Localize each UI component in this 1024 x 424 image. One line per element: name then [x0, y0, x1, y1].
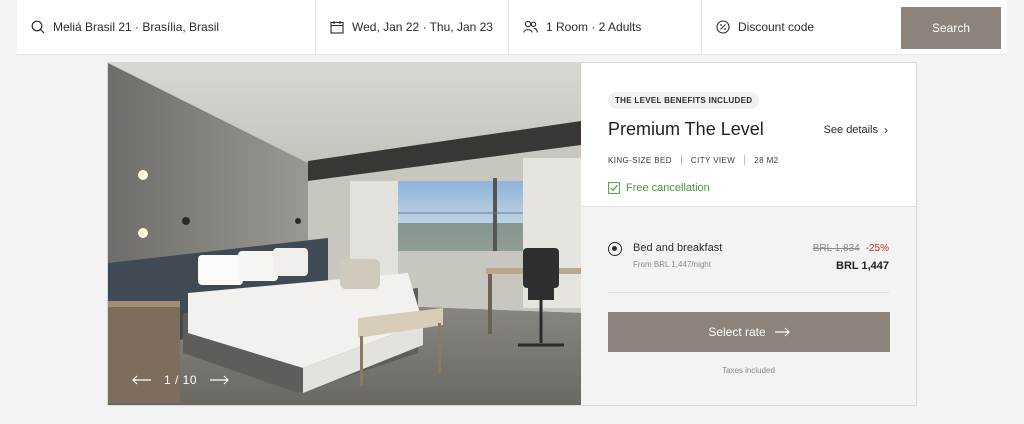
destination-value: Meliá Brasil 21 · Brasília, Brasil — [53, 20, 220, 34]
previous-image-arrow-icon[interactable] — [132, 375, 152, 385]
search-bar: Meliá Brasil 21 · Brasília, Brasil Wed, … — [17, 0, 1007, 55]
see-details-link[interactable]: See details › — [824, 123, 888, 137]
feature-divider — [680, 155, 682, 165]
people-icon — [523, 20, 538, 33]
dates-value: Wed, Jan 22 · Thu, Jan 23 — [352, 20, 493, 34]
level-benefits-badge: THE LEVEL BENEFITS INCLUDED — [608, 92, 760, 109]
rate-radio[interactable] — [608, 242, 622, 256]
rate-option[interactable]: Bed and breakfast From BRL 1,447/night B… — [608, 207, 889, 293]
room-info: THE LEVEL BENEFITS INCLUDED Premium The … — [581, 63, 916, 405]
original-price: BRL 1,834 — [812, 243, 860, 254]
rate-section: Bed and breakfast From BRL 1,447/night B… — [581, 207, 916, 405]
room-card: 1 / 10 THE LEVEL BENEFITS INCLUDED Premi… — [107, 62, 917, 406]
next-image-arrow-icon[interactable] — [209, 375, 229, 385]
free-cancellation: Free cancellation — [608, 182, 889, 194]
feature-divider — [744, 155, 746, 165]
see-details-label: See details — [823, 124, 878, 136]
taxes-included: Taxes included — [722, 366, 775, 375]
rate-from-price: From BRL 1,447/night — [633, 260, 711, 269]
room-features: KING-SIZE BED CITY VIEW 28 M2 — [608, 155, 889, 165]
calendar-icon — [330, 21, 344, 34]
destination-field[interactable]: Meliá Brasil 21 · Brasília, Brasil — [17, 0, 316, 54]
gallery-nav: 1 / 10 — [132, 373, 229, 387]
arrow-right-icon — [774, 327, 790, 337]
occupancy-value: 1 Room · 2 Adults — [546, 20, 642, 34]
search-icon — [31, 20, 45, 34]
free-cancellation-label: Free cancellation — [626, 182, 710, 194]
feature-view: CITY VIEW — [690, 155, 736, 165]
hotel-room-image — [108, 63, 581, 405]
occupancy-field[interactable]: 1 Room · 2 Adults — [509, 0, 702, 54]
checkbox-check-icon — [608, 182, 620, 194]
room-photo[interactable]: 1 / 10 — [108, 63, 581, 405]
select-rate-label: Select rate — [708, 325, 766, 339]
room-info-top: THE LEVEL BENEFITS INCLUDED Premium The … — [581, 63, 916, 207]
current-price: BRL 1,447 — [836, 260, 889, 272]
feature-size: 28 M2 — [754, 155, 779, 165]
discount-code-field[interactable]: Discount code — [702, 0, 895, 54]
chevron-right-icon: › — [884, 123, 888, 137]
search-button[interactable]: Search — [901, 7, 1001, 49]
dates-field[interactable]: Wed, Jan 22 · Thu, Jan 23 — [316, 0, 509, 54]
rate-name: Bed and breakfast — [633, 242, 723, 254]
gallery-counter: 1 / 10 — [164, 373, 198, 387]
select-rate-button[interactable]: Select rate — [608, 312, 890, 352]
old-price: BRL 1,834 -25% — [813, 243, 889, 254]
percent-icon — [716, 20, 730, 34]
discount-percent: -25% — [865, 243, 889, 254]
feature-bed: KING-SIZE BED — [608, 155, 672, 165]
discount-code-label: Discount code — [738, 20, 815, 34]
